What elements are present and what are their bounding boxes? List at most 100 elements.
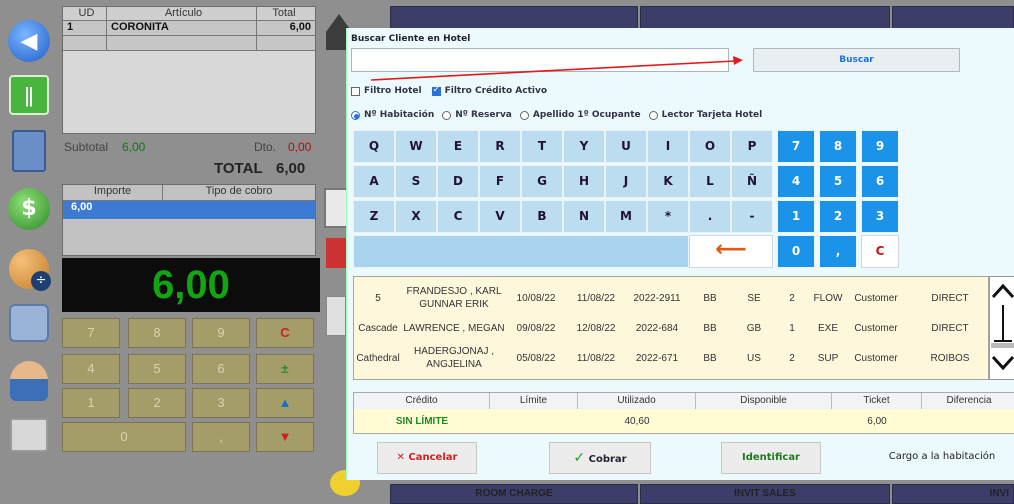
key-q[interactable]: Q	[353, 130, 395, 163]
table-row[interactable]: Cathedral HADERGJONAJ , ANGJELINA 05/08/…	[354, 343, 990, 373]
radio-surname[interactable]	[519, 110, 529, 120]
key-x[interactable]: X	[395, 200, 437, 233]
key-z[interactable]: Z	[353, 200, 395, 233]
filter-hotel-checkbox[interactable]	[351, 86, 360, 96]
key-v[interactable]: V	[479, 200, 521, 233]
invit-sales-tab[interactable]: INVIT SALES	[640, 484, 890, 504]
key-4[interactable]: 4	[777, 165, 815, 198]
key-e[interactable]: E	[437, 130, 479, 163]
key-i[interactable]: I	[647, 130, 689, 163]
table-row[interactable]: 5 FRANDESJO , KARL GUNNAR ERIK 10/08/22 …	[354, 283, 990, 313]
numpad-clear[interactable]: C	[256, 318, 314, 348]
document-icon[interactable]	[326, 296, 346, 336]
search-input[interactable]	[351, 48, 729, 72]
key-6[interactable]: 6	[861, 165, 899, 198]
key-f[interactable]: F	[479, 165, 521, 198]
table-row[interactable]	[63, 36, 315, 51]
key-l[interactable]: L	[689, 165, 731, 198]
radio-room-number[interactable]	[351, 110, 360, 120]
difference-value	[922, 411, 1014, 433]
key-7[interactable]: 7	[777, 130, 815, 163]
key-n[interactable]: N	[563, 200, 605, 233]
numpad-2[interactable]: 2	[128, 388, 186, 418]
key-comma[interactable]: ,	[819, 235, 857, 268]
waiter-icon[interactable]	[6, 358, 52, 404]
numpad-1[interactable]: 1	[62, 388, 120, 418]
key-k[interactable]: K	[647, 165, 689, 198]
key-p[interactable]: P	[731, 130, 773, 163]
key-n-tilde[interactable]: Ñ	[731, 165, 773, 198]
search-button[interactable]: Buscar	[753, 48, 960, 72]
key-hyphen[interactable]: -	[731, 200, 773, 233]
key-t[interactable]: T	[521, 130, 563, 163]
key-0[interactable]: 0	[777, 235, 815, 268]
split-bill-icon[interactable]: ÷	[6, 246, 52, 292]
back-arrow-icon[interactable]: ◀	[6, 18, 52, 64]
key-m[interactable]: M	[605, 200, 647, 233]
key-9[interactable]: 9	[861, 130, 899, 163]
key-a[interactable]: A	[353, 165, 395, 198]
table-row[interactable]: Cascade LAWRENCE , MEGAN 09/08/22 12/08/…	[354, 313, 990, 343]
table-row[interactable]: 6,00	[63, 201, 315, 219]
trash-icon[interactable]	[326, 238, 346, 268]
key-8[interactable]: 8	[819, 130, 857, 163]
filter-credit-checkbox[interactable]	[431, 85, 441, 96]
room-charge-tab[interactable]: ROOM CHARGE	[390, 484, 638, 504]
header-articulo: Artículo	[107, 7, 257, 20]
search-client-icon[interactable]	[6, 300, 52, 346]
plus-minus-icon[interactable]: ±	[256, 354, 314, 384]
results-scrollbar[interactable]	[989, 276, 1014, 380]
key-b[interactable]: B	[521, 200, 563, 233]
table-icon[interactable]	[324, 188, 348, 228]
key-y[interactable]: Y	[563, 130, 605, 163]
key-u[interactable]: U	[605, 130, 647, 163]
numpad-5[interactable]: 5	[128, 354, 186, 384]
identify-button[interactable]: Identificar	[721, 442, 821, 474]
calculator-icon[interactable]	[6, 128, 52, 174]
room-cell: 5	[375, 292, 381, 304]
dollar-icon[interactable]: $	[6, 186, 52, 232]
restaurant-icon[interactable]: ǁ	[6, 72, 52, 118]
down-arrow-icon[interactable]: ▼	[256, 422, 314, 452]
printer-icon[interactable]	[6, 412, 52, 458]
table-row[interactable]: 1 CORONITA 6,00	[63, 21, 315, 36]
key-j[interactable]: J	[605, 165, 647, 198]
numpad-8[interactable]: 8	[128, 318, 186, 348]
key-5[interactable]: 5	[819, 165, 857, 198]
guest-cell: HADERGJONAJ , ANGJELINA	[413, 346, 494, 370]
backspace-arrow-icon[interactable]: ⟵	[689, 235, 773, 268]
invi-tab[interactable]: INVI	[892, 484, 1014, 504]
numpad-4[interactable]: 4	[62, 354, 120, 384]
up-arrow-icon[interactable]: ▲	[256, 388, 314, 418]
numpad-9[interactable]: 9	[192, 318, 250, 348]
room-charge-button[interactable]: Cargo a la habitación	[887, 442, 997, 474]
cancel-button[interactable]: ✕ Cancelar	[377, 442, 477, 474]
radio-room-number-label: Nº Habitación	[364, 110, 435, 120]
key-space[interactable]	[353, 235, 689, 268]
key-o[interactable]: O	[689, 130, 731, 163]
numpad-comma[interactable]: ,	[192, 422, 250, 452]
numpad-3[interactable]: 3	[192, 388, 250, 418]
key-1[interactable]: 1	[777, 200, 815, 233]
numpad-0[interactable]: 0	[62, 422, 186, 452]
key-r[interactable]: R	[479, 130, 521, 163]
charge-button[interactable]: ✓ Cobrar	[549, 442, 651, 474]
key-w[interactable]: W	[395, 130, 437, 163]
numpad-7[interactable]: 7	[62, 318, 120, 348]
key-period[interactable]: .	[689, 200, 731, 233]
key-d[interactable]: D	[437, 165, 479, 198]
radio-reservation[interactable]	[442, 110, 452, 120]
key-h[interactable]: H	[563, 165, 605, 198]
key-3[interactable]: 3	[861, 200, 899, 233]
key-clear[interactable]: C	[861, 235, 899, 268]
subtotal-value: 6,00	[122, 140, 146, 154]
numpad-6[interactable]: 6	[192, 354, 250, 384]
radio-card-reader[interactable]	[648, 110, 658, 120]
key-g[interactable]: G	[521, 165, 563, 198]
key-asterisk[interactable]: *	[647, 200, 689, 233]
filter-credit-label: Filtro Crédito Activo	[444, 86, 547, 96]
key-s[interactable]: S	[395, 165, 437, 198]
key-c[interactable]: C	[437, 200, 479, 233]
departure-cell: 11/08/22	[576, 292, 616, 304]
key-2[interactable]: 2	[819, 200, 857, 233]
